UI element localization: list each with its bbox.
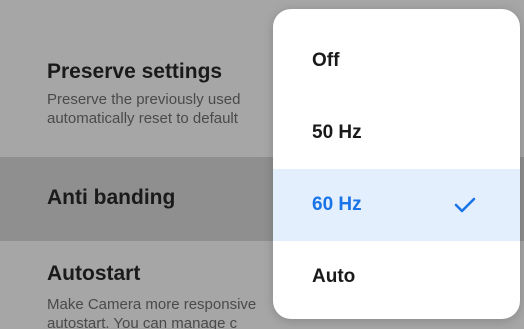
menu-option-auto[interactable]: Auto: [273, 241, 520, 313]
setting-description: Preserve the previously used automatical…: [47, 90, 240, 128]
menu-option-60hz[interactable]: 60 Hz: [273, 169, 520, 241]
description-line: Preserve the previously used: [47, 91, 241, 108]
description-line: Make Camera more responsive: [47, 296, 257, 313]
menu-option-50hz[interactable]: 50 Hz: [273, 97, 520, 169]
description-line: automatically reset to default: [47, 110, 238, 127]
setting-title: Autostart: [47, 262, 141, 285]
description-line: autostart. You can manage c: [47, 315, 238, 329]
setting-title: Anti banding: [47, 186, 176, 209]
option-label: Off: [312, 50, 340, 71]
menu-option-off[interactable]: Off: [273, 25, 520, 97]
checkmark-icon: [454, 197, 476, 213]
anti-banding-popup-menu: Off 50 Hz 60 Hz Auto: [273, 9, 520, 319]
setting-description: Make Camera more responsive autostart. Y…: [47, 295, 256, 329]
option-label: 60 Hz: [312, 194, 362, 215]
option-label: 50 Hz: [312, 122, 362, 143]
setting-title: Preserve settings: [47, 60, 223, 83]
option-label: Auto: [312, 266, 356, 287]
